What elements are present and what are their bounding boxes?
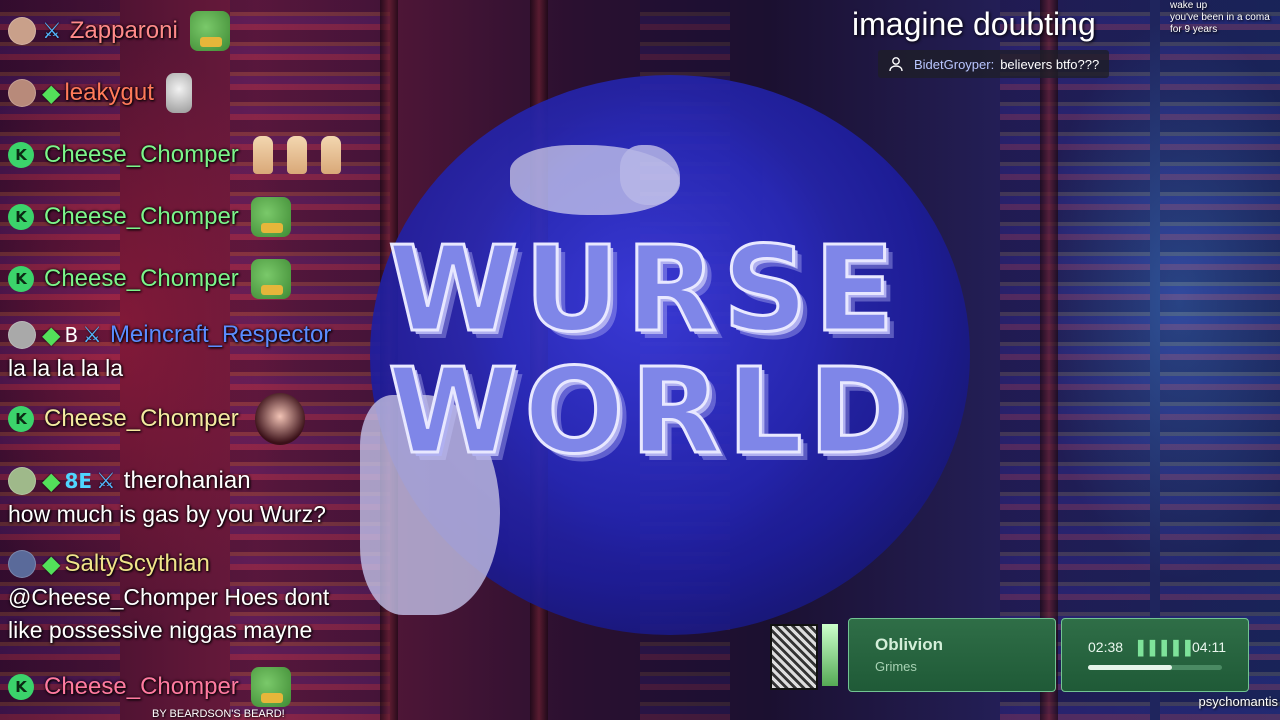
album-art-side: [822, 624, 838, 686]
chat-message: K Cheese_Chomper: [8, 259, 291, 299]
headline-text: imagine doubting: [852, 6, 1096, 42]
user-icon: [889, 57, 903, 72]
broken-badge-icon: B: [64, 323, 79, 347]
user-avatar: [8, 467, 36, 495]
user-avatar: [8, 321, 36, 349]
girl-emote-icon: [254, 393, 305, 445]
user-avatar: [8, 79, 36, 107]
chat-username: therohanian: [123, 467, 251, 494]
kick-badge-icon: K: [8, 204, 34, 230]
progress-bar: [1088, 665, 1222, 670]
chat-message: ◆ B ⚔ Meincraft_Respector la la la la la: [8, 318, 331, 385]
cat-emote-icon: [320, 136, 341, 174]
chat-username: Cheese_Chomper: [44, 405, 239, 432]
chat-text: @Cheese_Chomper Hoes dont like possessiv…: [8, 584, 330, 643]
chat-username: Cheese_Chomper: [44, 265, 239, 292]
chat-username: Cheese_Chomper: [44, 673, 239, 700]
chat-username: Meincraft_Respector: [109, 321, 332, 348]
chat-username: SaltyScythian: [64, 550, 210, 577]
credit-text: BY BEARDSON'S BEARD!: [152, 708, 285, 720]
channel-name: psychomantis: [1198, 694, 1278, 709]
chat-text: how much is gas by you Wurz?: [8, 501, 326, 527]
chat-username: Cheese_Chomper: [44, 203, 239, 230]
diamond-badge-icon: ◆: [42, 550, 61, 578]
sword-badge-icon: ⚔: [82, 322, 102, 348]
track-artist: Grimes: [875, 659, 917, 674]
album-art: [770, 624, 818, 690]
8e-badge-icon: 8E: [64, 469, 93, 493]
diamond-badge-icon: ◆: [42, 321, 61, 349]
sword-badge-icon: ⚔: [96, 468, 116, 494]
playback-progress: 02:38 ▌▌▌▌▌ 04:11: [1061, 618, 1249, 692]
audio-wave-icon: ▌▌▌▌▌: [1138, 641, 1197, 657]
chat-text: la la la la la: [8, 355, 124, 381]
tts-notice: BidetGroyper: believers btfo???: [878, 50, 1110, 78]
chat-username: leakygut: [64, 79, 154, 106]
chat-message: ◆ 8E ⚔ therohanian how much is gas by yo…: [8, 464, 326, 531]
pepe-emote-icon: [250, 197, 291, 237]
pepe-emote-icon: [189, 11, 230, 51]
kick-badge-icon: K: [8, 266, 34, 292]
kick-badge-icon: K: [8, 674, 34, 700]
diamond-badge-icon: ◆: [42, 467, 61, 495]
kick-badge-icon: K: [8, 406, 34, 432]
pepe-emote-icon: [250, 667, 291, 707]
progress-fill: [1088, 665, 1173, 670]
chat-message: ◆ leakygut: [8, 73, 192, 113]
kick-badge-icon: K: [8, 142, 34, 168]
wurse-world-logo: WURSE WORLD: [387, 220, 1078, 480]
chat-message: K Cheese_Chomper: [8, 667, 291, 707]
sword-badge-icon: ⚔: [42, 18, 62, 44]
chat-message: K Cheese_Chomper: [8, 393, 305, 445]
corner-note: wake up you've been in a coma for 9 year…: [1170, 0, 1270, 35]
chat-username: Cheese_Chomper: [44, 141, 239, 168]
chat-message: ◆ SaltyScythian @Cheese_Chomper Hoes don…: [8, 547, 368, 647]
pepe-emote-icon: [250, 259, 291, 299]
track-title: Oblivion: [875, 635, 943, 654]
logo-line-2: WORLD: [387, 342, 913, 480]
logo-line-1: WURSE: [387, 220, 901, 358]
chat-message: K Cheese_Chomper: [8, 136, 341, 174]
chat-message: ⚔ Zapparoni: [8, 11, 230, 51]
notice-text: believers btfo???: [1000, 56, 1100, 72]
face-emote-icon: [165, 73, 192, 113]
current-time: 02:38: [1088, 639, 1124, 655]
chat-username: Zapparoni: [69, 17, 178, 44]
now-playing-card: Oblivion Grimes: [848, 618, 1056, 692]
cat-emote-icon: [252, 136, 273, 174]
duration-time: 04:11: [1192, 639, 1226, 655]
chat-message: K Cheese_Chomper: [8, 197, 291, 237]
notice-username: BidetGroyper:: [914, 56, 995, 72]
diamond-badge-icon: ◆: [42, 79, 61, 107]
user-avatar: [8, 17, 36, 45]
user-avatar: [8, 550, 36, 578]
cat-emote-icon: [286, 136, 307, 174]
